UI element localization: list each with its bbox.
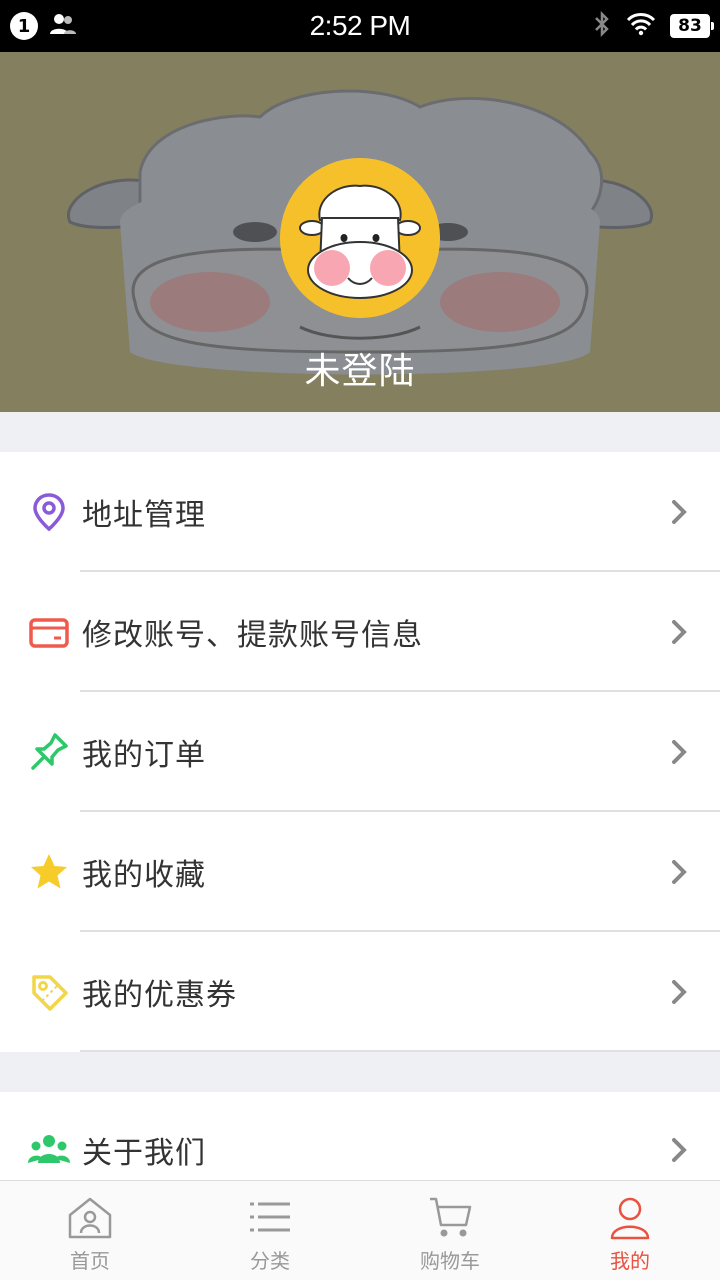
menu-item-favorites[interactable]: 我的收藏 — [0, 812, 720, 932]
home-icon — [66, 1195, 114, 1241]
list-icon — [246, 1195, 294, 1241]
chevron-right-icon — [668, 978, 690, 1006]
menu-group-about: 关于我们 — [0, 1092, 720, 1180]
wifi-icon — [626, 12, 656, 40]
group-users-icon — [28, 1129, 70, 1171]
menu-item-coupons[interactable]: 我的优惠券 — [0, 932, 720, 1052]
menu-item-address[interactable]: 地址管理 — [0, 452, 720, 572]
notification-count-badge: 1 — [10, 12, 38, 40]
tab-label: 我的 — [610, 1249, 650, 1273]
menu-item-label: 我的优惠券 — [82, 978, 237, 1013]
menu-item-label: 地址管理 — [82, 498, 206, 533]
contacts-icon — [48, 12, 78, 40]
menu-item-label: 修改账号、提款账号信息 — [82, 618, 423, 653]
menu-item-label: 我的收藏 — [82, 858, 206, 893]
chevron-right-icon — [668, 858, 690, 886]
divider — [80, 1050, 720, 1052]
menu-item-orders[interactable]: 我的订单 — [0, 692, 720, 812]
tab-home[interactable]: 首页 — [0, 1181, 180, 1280]
tab-me[interactable]: 我的 — [540, 1181, 720, 1280]
chevron-right-icon — [668, 738, 690, 766]
profile-header: 未登陆 — [0, 52, 720, 412]
status-time: 2:52 PM — [309, 10, 411, 41]
tab-label: 分类 — [250, 1249, 290, 1273]
chevron-right-icon — [668, 618, 690, 646]
menu-item-label: 关于我们 — [82, 1136, 206, 1171]
user-icon — [606, 1195, 654, 1241]
status-bar: 1 2:52 PM 83 — [0, 0, 720, 52]
chevron-right-icon — [668, 498, 690, 526]
star-icon — [28, 851, 70, 893]
coupon-tag-icon — [28, 971, 70, 1013]
bluetooth-icon — [592, 10, 612, 42]
credit-card-icon — [28, 611, 70, 653]
tab-label: 首页 — [70, 1249, 110, 1273]
battery-indicator: 83 — [670, 14, 714, 38]
bottom-tab-bar: 首页 分类 购物车 我的 — [0, 1180, 720, 1280]
tab-cart[interactable]: 购物车 — [360, 1181, 540, 1280]
tab-categories[interactable]: 分类 — [180, 1181, 360, 1280]
avatar[interactable] — [280, 158, 440, 318]
chevron-right-icon — [668, 1136, 690, 1164]
cart-icon — [426, 1195, 474, 1241]
menu-item-account-info[interactable]: 修改账号、提款账号信息 — [0, 572, 720, 692]
menu-item-label: 我的订单 — [82, 738, 206, 773]
location-pin-icon — [28, 491, 70, 533]
menu-item-about-us[interactable]: 关于我们 — [0, 1092, 720, 1180]
login-status-label[interactable]: 未登陆 — [0, 342, 720, 394]
menu-group-account: 地址管理 修改账号、提款账号信息 我的订单 我的收藏 我的优惠券 — [0, 452, 720, 1052]
pin-icon — [28, 731, 70, 773]
cow-avatar-illustration — [280, 158, 440, 318]
tab-label: 购物车 — [420, 1249, 480, 1273]
